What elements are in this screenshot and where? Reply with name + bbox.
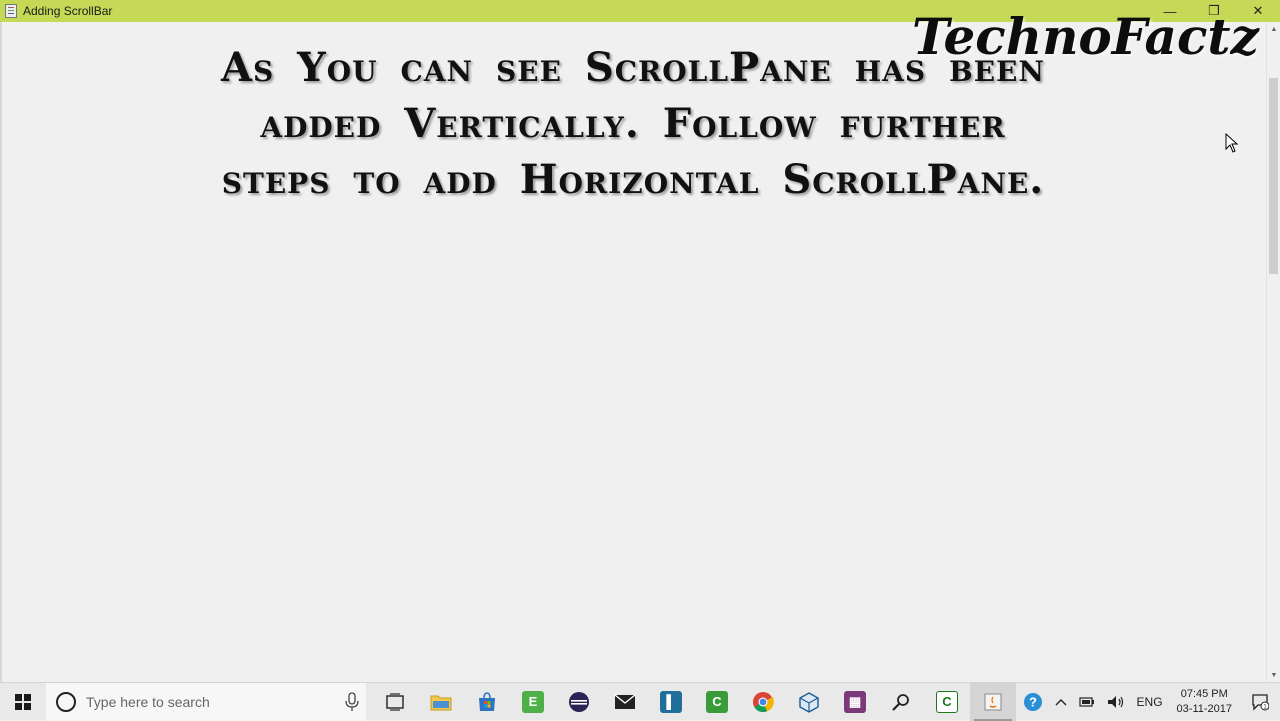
store-icon[interactable] (464, 683, 510, 721)
taskbar: Type here to search E ▌ C ▦ C ? ENG 07:4… (0, 682, 1280, 721)
winrar-icon[interactable]: ▦ (832, 683, 878, 721)
mouse-cursor-icon (1225, 133, 1239, 153)
help-icon[interactable]: ? (1017, 683, 1049, 721)
notification-center-icon[interactable]: 1 (1240, 683, 1280, 721)
windows-logo-icon (15, 693, 31, 710)
taskbar-search[interactable]: Type here to search (46, 682, 366, 721)
battery-icon[interactable] (1073, 683, 1101, 721)
eclipse-icon[interactable] (556, 683, 602, 721)
language-indicator[interactable]: ENG (1131, 683, 1169, 721)
caption-line-3: steps to add Horizontal ScrollPane. (221, 156, 1045, 203)
taskbar-apps: E ▌ C ▦ C (372, 682, 1016, 721)
caption-line-2: added Vertically. Follow further (260, 100, 1006, 147)
evernote-icon[interactable]: E (510, 683, 556, 721)
editor-icon[interactable]: ▌ (648, 683, 694, 721)
vertical-scrollbar[interactable]: ▲ ▼ (1266, 22, 1280, 682)
clock-time: 07:45 PM (1180, 688, 1228, 700)
system-clock[interactable]: 07:45 PM 03-11-2017 (1169, 687, 1240, 717)
file-explorer-icon[interactable] (418, 683, 464, 721)
mail-icon[interactable] (602, 683, 648, 721)
window-title: Adding ScrollBar (23, 4, 113, 18)
java-app-icon (5, 4, 17, 18)
scrollbar-thumb[interactable] (1269, 78, 1278, 274)
frame-border (0, 22, 2, 682)
magnifier-icon[interactable] (878, 683, 924, 721)
clock-date: 03-11-2017 (1176, 703, 1232, 715)
chevron-up-icon[interactable] (1049, 683, 1073, 721)
camtasia-icon[interactable]: C (694, 683, 740, 721)
system-tray: ? ENG 07:45 PM 03-11-2017 1 (1017, 683, 1280, 721)
start-button[interactable] (0, 683, 46, 721)
svg-text:?: ? (1029, 695, 1037, 710)
scroll-down-button[interactable]: ▼ (1267, 668, 1280, 682)
chrome-icon[interactable] (740, 683, 786, 721)
camtasia-recorder-icon[interactable]: C (924, 683, 970, 721)
cortana-icon (56, 691, 76, 712)
search-placeholder: Type here to search (86, 693, 210, 710)
task-view-icon[interactable] (372, 683, 418, 721)
java-icon[interactable] (970, 682, 1016, 721)
watermark-logo: TechnoFactz (912, 7, 1259, 66)
microphone-icon[interactable] (344, 691, 360, 712)
virtualbox-icon[interactable] (786, 683, 832, 721)
volume-icon[interactable] (1101, 683, 1131, 721)
